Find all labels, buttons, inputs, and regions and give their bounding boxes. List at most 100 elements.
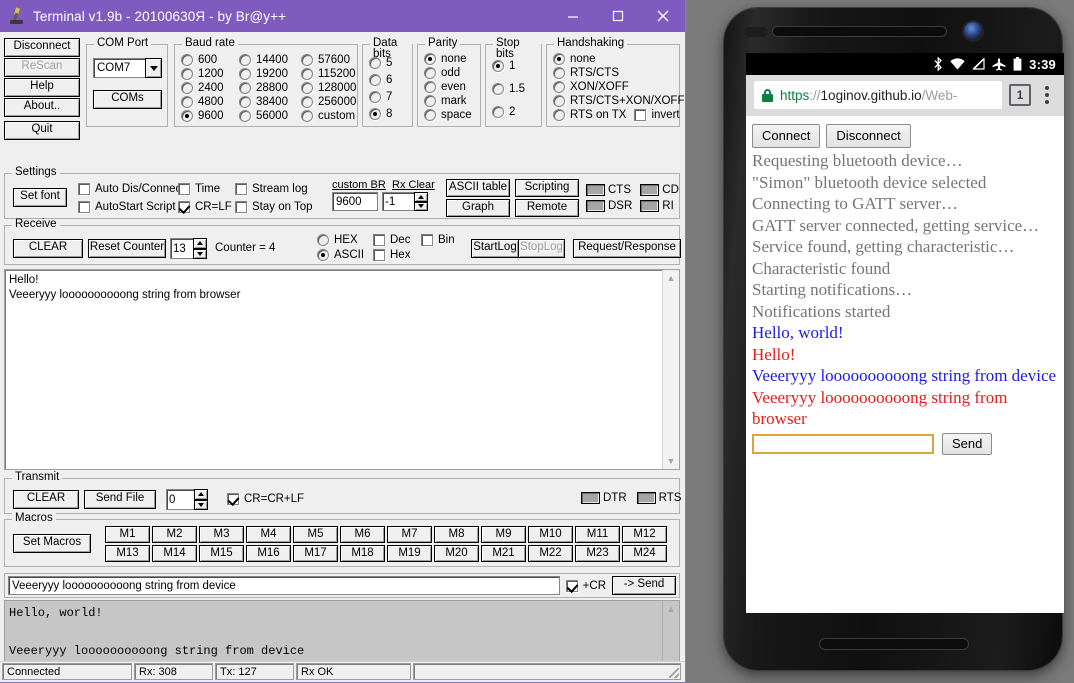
macro-button-m14[interactable]: M14 (152, 545, 197, 562)
receive-clear-button[interactable]: CLEAR (13, 239, 83, 258)
ble-send-button[interactable]: Send (942, 432, 993, 455)
macro-button-m19[interactable]: M19 (387, 545, 432, 562)
delay-up-icon[interactable] (194, 489, 208, 500)
graph-button[interactable]: Graph (446, 199, 510, 217)
baud-radio-2400[interactable]: 2400 (181, 81, 239, 95)
baud-radio-14400[interactable]: 14400 (239, 53, 301, 67)
cr-lf-checkbox[interactable]: CR=LF (178, 198, 232, 216)
receive-hex-checkbox[interactable]: Hex (373, 247, 410, 262)
plus-cr-checkbox[interactable]: +CR (565, 579, 606, 592)
stop-bits-radio-15[interactable]: 1.5 (492, 77, 525, 100)
quit-button[interactable]: Quit (4, 121, 80, 140)
macro-button-m17[interactable]: M17 (293, 545, 338, 562)
baud-radio-4800[interactable]: 4800 (181, 95, 239, 109)
macro-button-m16[interactable]: M16 (246, 545, 291, 562)
macro-button-m23[interactable]: M23 (575, 545, 620, 562)
macro-button-m2[interactable]: M2 (152, 526, 197, 543)
baud-radio-57600[interactable]: 57600 (301, 53, 363, 67)
baud-radio-38400[interactable]: 38400 (239, 95, 301, 109)
data-bits-radio-8[interactable]: 8 (369, 105, 392, 122)
overflow-menu-icon[interactable] (1038, 86, 1056, 104)
macro-button-m6[interactable]: M6 (340, 526, 385, 543)
data-bits-radio-5[interactable]: 5 (369, 54, 392, 71)
macro-button-m15[interactable]: M15 (199, 545, 244, 562)
receive-counter-stepper[interactable]: 13 (170, 238, 207, 259)
reset-counter-button[interactable]: Reset Counter (88, 239, 166, 258)
ascii-table-button[interactable]: ASCII table (446, 179, 510, 197)
invert-checkbox[interactable]: invert (634, 109, 680, 121)
receive-textarea[interactable]: Hello! Veeeryyy loooooooooong string fro… (4, 269, 680, 470)
baud-radio-custom[interactable]: custom (301, 109, 363, 123)
close-icon[interactable] (640, 0, 685, 32)
stay-on-top-checkbox[interactable]: Stay on Top (235, 198, 313, 216)
baud-radio-600[interactable]: 600 (181, 53, 239, 67)
autostart-script-checkbox[interactable]: AutoStart Script (78, 198, 185, 216)
parity-radio-odd[interactable]: odd (424, 66, 472, 80)
send-input[interactable]: Veeeryyy loooooooooong string from devic… (8, 576, 560, 595)
time-checkbox[interactable]: Time (178, 180, 232, 198)
ble-disconnect-button[interactable]: Disconnect (826, 124, 911, 148)
parity-radio-space[interactable]: space (424, 108, 472, 122)
minimize-icon[interactable] (550, 0, 595, 32)
macro-button-m8[interactable]: M8 (434, 526, 479, 543)
macro-button-m11[interactable]: M11 (575, 526, 620, 543)
send-button[interactable]: -> Send (612, 576, 676, 595)
handshaking-radio-rtsontx[interactable]: RTS on TX (553, 109, 626, 121)
counter-down-icon[interactable] (193, 248, 207, 259)
macro-button-m18[interactable]: M18 (340, 545, 385, 562)
disconnect-button[interactable]: Disconnect (4, 38, 80, 57)
macro-button-m1[interactable]: M1 (105, 526, 150, 543)
receive-dec-checkbox[interactable]: Dec (373, 232, 410, 247)
macro-button-m22[interactable]: M22 (528, 545, 573, 562)
receive-scrollbar[interactable]: ▲ ▼ (662, 270, 679, 469)
ble-connect-button[interactable]: Connect (752, 124, 821, 148)
scroll-down-icon[interactable]: ▼ (663, 453, 679, 469)
auto-disconnect-checkbox[interactable]: Auto Dis/Connect (78, 180, 185, 198)
receive-bin-checkbox[interactable]: Bin (421, 232, 455, 247)
scripting-button[interactable]: Scripting (515, 179, 579, 197)
macro-button-m3[interactable]: M3 (199, 526, 244, 543)
macro-button-m21[interactable]: M21 (481, 545, 526, 562)
macro-button-m4[interactable]: M4 (246, 526, 291, 543)
coms-button[interactable]: COMs (93, 90, 162, 109)
handshaking-radio-rtscts[interactable]: RTS/CTS (553, 66, 684, 80)
delay-down-icon[interactable] (194, 499, 208, 510)
macro-button-m9[interactable]: M9 (481, 526, 526, 543)
macro-button-m20[interactable]: M20 (434, 545, 479, 562)
tab-count-button[interactable]: 1 (1009, 84, 1031, 106)
rx-clear-stepper[interactable]: -1 (382, 192, 428, 211)
macro-button-m13[interactable]: M13 (105, 545, 150, 562)
help-button[interactable]: Help (4, 78, 80, 97)
transmit-delay-stepper[interactable]: 0 (166, 489, 208, 510)
set-font-button[interactable]: Set font (13, 188, 67, 207)
console-scrollbar[interactable]: ▲ ▼ (662, 601, 679, 661)
macro-button-m24[interactable]: M24 (622, 545, 667, 562)
data-bits-radio-6[interactable]: 6 (369, 71, 392, 88)
stop-bits-radio-2[interactable]: 2 (492, 100, 525, 123)
baud-radio-19200[interactable]: 19200 (239, 67, 301, 81)
parity-radio-mark[interactable]: mark (424, 94, 472, 108)
omnibox[interactable]: https://1oginov.github.io/Web- (754, 81, 1002, 109)
rx-clear-down-icon[interactable] (414, 201, 428, 211)
resize-grip[interactable] (666, 664, 680, 679)
handshaking-radio-xonxoff[interactable]: XON/XOFF (553, 80, 684, 94)
macro-button-m5[interactable]: M5 (293, 526, 338, 543)
handshaking-radio-none[interactable]: none (553, 52, 684, 66)
set-macros-button[interactable]: Set Macros (13, 534, 91, 553)
baud-radio-256000[interactable]: 256000 (301, 95, 363, 109)
maximize-icon[interactable] (595, 0, 640, 32)
scroll-up-icon[interactable]: ▲ (663, 270, 679, 286)
parity-radio-even[interactable]: even (424, 80, 472, 94)
counter-up-icon[interactable] (193, 238, 207, 249)
request-response-button[interactable]: Request/Response (573, 239, 681, 258)
baud-radio-28800[interactable]: 28800 (239, 81, 301, 95)
start-log-button[interactable]: StartLog (471, 239, 518, 258)
handshaking-radio-both[interactable]: RTS/CTS+XON/XOFF (553, 94, 684, 108)
stream-log-checkbox[interactable]: Stream log (235, 180, 313, 198)
rx-clear-up-icon[interactable] (414, 192, 428, 202)
stop-bits-radio-1[interactable]: 1 (492, 54, 525, 77)
data-bits-radio-7[interactable]: 7 (369, 88, 392, 105)
macro-button-m10[interactable]: M10 (528, 526, 573, 543)
baud-radio-1200[interactable]: 1200 (181, 67, 239, 81)
baud-radio-115200[interactable]: 115200 (301, 67, 363, 81)
